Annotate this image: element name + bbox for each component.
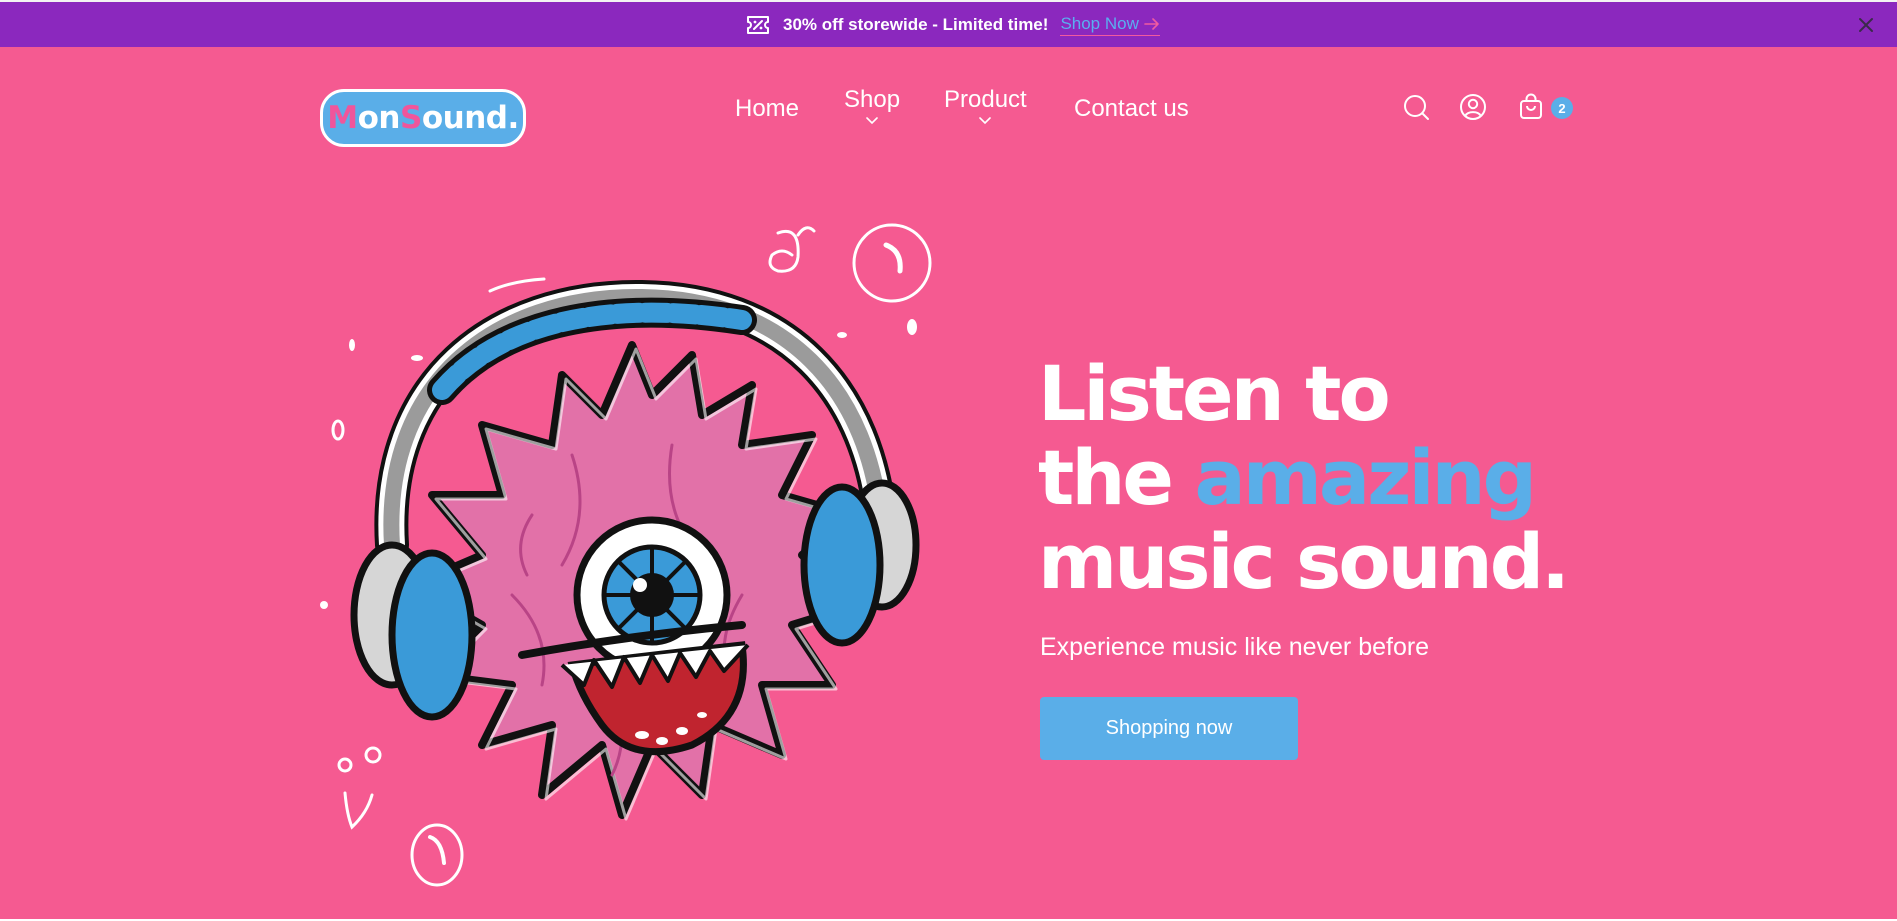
nav-contact[interactable]: Contact us: [1074, 95, 1189, 123]
hero-headline: Listen to the amazing music sound.: [1038, 352, 1598, 604]
nav-home[interactable]: Home: [735, 95, 799, 123]
announcement-text: 30% off storewide - Limited time!: [783, 15, 1049, 34]
announcement-bar: 30% off storewide - Limited time! Shop N…: [0, 0, 1897, 47]
nav-contact-label: Contact us: [1074, 95, 1189, 122]
user-icon[interactable]: [1459, 93, 1487, 121]
headline-accent-word: amazing: [1194, 433, 1537, 522]
chevron-down-icon: [866, 117, 878, 125]
nav-product[interactable]: Product: [944, 86, 1027, 125]
logo-letter-m: M: [327, 100, 358, 136]
logo-letter-s: S: [400, 100, 422, 136]
nav-shop[interactable]: Shop: [844, 86, 901, 125]
search-icon[interactable]: [1402, 93, 1430, 121]
arrow-right-icon: [1144, 18, 1159, 30]
hero-subtitle: Experience music like never before: [1040, 633, 1430, 661]
headline-line-2: the amazing: [1038, 436, 1598, 520]
shopping-bag-icon[interactable]: [1517, 93, 1545, 121]
shopping-now-button[interactable]: Shopping now: [1040, 697, 1298, 760]
cart-count-badge: 2: [1551, 97, 1573, 119]
nav-shop-label: Shop: [844, 86, 901, 113]
shop-now-label: Shop Now: [1060, 14, 1139, 33]
discount-ticket-icon: [747, 16, 769, 34]
shop-now-link[interactable]: Shop Now: [1060, 14, 1160, 36]
nav-home-label: Home: [735, 95, 800, 122]
monster-headphones-illustration: [320, 223, 932, 887]
announcement-content: 30% off storewide - Limited time! Shop N…: [745, 13, 1160, 37]
close-icon[interactable]: [1857, 16, 1875, 34]
logo-text-on: on: [357, 100, 401, 136]
site-logo[interactable]: Mon Sound.: [320, 89, 526, 147]
headline-line-1: Listen to: [1038, 349, 1391, 438]
nav-product-label: Product: [944, 86, 1027, 113]
logo-text-ound: ound.: [421, 100, 519, 136]
headline-line-3: music sound.: [1038, 517, 1570, 606]
headline-line-2-prefix: the: [1038, 433, 1195, 522]
chevron-down-icon: [979, 117, 992, 125]
